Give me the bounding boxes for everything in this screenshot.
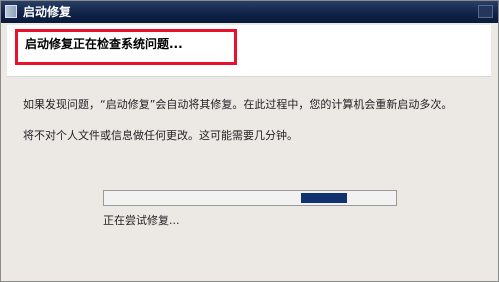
- startup-repair-window: 启动修复 启动修复正在检查系统问题... 如果发现问题，“启动修复”会自动将其修…: [0, 0, 499, 282]
- page-title: 启动修复正在检查系统问题...: [25, 37, 183, 51]
- status-text: 正在尝试修复...: [103, 214, 180, 227]
- title-bar: 启动修复: [1, 1, 498, 23]
- close-button[interactable]: [478, 5, 493, 18]
- header-panel: 启动修复正在检查系统问题...: [7, 25, 491, 77]
- note-paragraph: 将不对个人文件或信息做任何更改。这可能需要几分钟。: [23, 129, 298, 142]
- window-title: 启动修复: [23, 5, 72, 19]
- progress-marquee: [301, 193, 347, 203]
- info-paragraph: 如果发现问题，“启动修复”会自动将其修复。在此过程中，您的计算机会重新启动多次。: [23, 98, 453, 111]
- startup-repair-icon: [5, 5, 17, 18]
- progress-bar: [103, 190, 397, 206]
